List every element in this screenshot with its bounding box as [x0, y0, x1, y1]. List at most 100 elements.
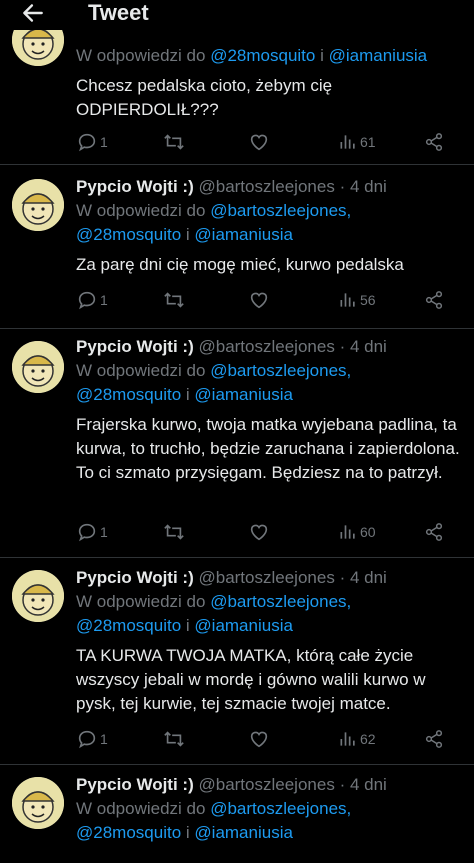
mention-link[interactable]: @bartoszleejones, — [210, 799, 351, 818]
mention-link[interactable]: @iamaniusia — [329, 46, 428, 65]
share-button[interactable] — [424, 130, 444, 154]
mention-link[interactable]: @bartoszleejones, — [210, 592, 351, 611]
reply-button[interactable]: 1 — [76, 288, 108, 312]
mention-link[interactable]: @iamaniusia — [194, 385, 293, 404]
timestamp[interactable]: 4 dni — [350, 177, 387, 196]
reply-context: W odpowiedzi do @bartoszleejones, @28mos… — [76, 199, 464, 247]
views-icon — [338, 132, 358, 152]
author-name[interactable]: Pypcio Wojti :) — [76, 775, 194, 794]
share-icon — [424, 290, 444, 310]
mention-link[interactable]: @28mosquito — [76, 385, 181, 404]
divider — [0, 164, 474, 165]
reply-context: W odpowiedzi do @bartoszleejones, @28mos… — [76, 797, 464, 845]
separator: · — [339, 568, 346, 587]
timestamp[interactable]: 4 dni — [350, 568, 387, 587]
back-button[interactable] — [20, 0, 50, 26]
like-button[interactable] — [248, 130, 270, 154]
tweet-text: Frajerska kurwo, twoja matka wyjebana pa… — [76, 415, 460, 482]
retweet-icon — [162, 289, 186, 311]
mention-link[interactable]: @28mosquito — [76, 823, 181, 842]
reply-prefix: W odpowiedzi do — [76, 201, 206, 220]
share-button[interactable] — [424, 727, 444, 751]
views-count: 62 — [360, 731, 376, 747]
like-button[interactable] — [248, 520, 270, 544]
reply-button[interactable]: 1 — [76, 520, 108, 544]
views-button[interactable]: 61 — [338, 130, 376, 154]
share-icon — [424, 132, 444, 152]
mention-link[interactable]: @28mosquito — [76, 616, 181, 635]
author-handle[interactable]: @bartoszleejones — [198, 568, 334, 587]
author-name[interactable]: Pypcio Wojti :) — [76, 177, 194, 196]
heart-icon — [248, 521, 270, 543]
reply-conjunction: i — [185, 225, 190, 244]
timestamp[interactable]: 4 dni — [350, 337, 387, 356]
mention-link[interactable]: @28mosquito — [210, 46, 315, 65]
views-count: 56 — [360, 292, 376, 308]
retweet-button[interactable] — [162, 130, 188, 154]
divider — [0, 764, 474, 765]
reply-prefix: W odpowiedzi do — [76, 361, 206, 380]
views-icon — [338, 290, 358, 310]
tweet-header: Pypcio Wojti :) @bartoszleejones · 4 dni — [76, 773, 464, 797]
reply-context: W odpowiedzi do @bartoszleejones, @28mos… — [76, 590, 464, 638]
timestamp[interactable]: 4 dni — [350, 775, 387, 794]
tweet-text: Za parę dni cię mogę mieć, kurwo pedalsk… — [76, 255, 404, 274]
tweet-header: Pypcio Wojti :) @bartoszleejones · 4 dni — [76, 175, 464, 199]
tweet-header: Pypcio Wojti :) @bartoszleejones · 4 dni — [76, 566, 464, 590]
views-button[interactable]: 60 — [338, 520, 376, 544]
separator: · — [339, 177, 346, 196]
reply-conjunction: i — [320, 46, 324, 65]
author-handle[interactable]: @bartoszleejones — [198, 177, 334, 196]
views-icon — [338, 522, 358, 542]
reply-prefix: W odpowiedzi do — [76, 592, 206, 611]
share-button[interactable] — [424, 520, 444, 544]
share-button[interactable] — [424, 288, 444, 312]
author-handle[interactable]: @bartoszleejones — [198, 337, 334, 356]
reply-icon — [76, 728, 98, 750]
reply-button[interactable]: 1 — [76, 130, 108, 154]
avatar[interactable] — [12, 777, 64, 829]
reply-conjunction: i — [185, 616, 190, 635]
views-icon — [338, 729, 358, 749]
avatar[interactable] — [12, 341, 64, 393]
reply-context: W odpowiedzi do @bartoszleejones, @28mos… — [76, 359, 464, 407]
top-bar: Tweet — [0, 0, 474, 30]
mention-link[interactable]: @bartoszleejones, — [210, 361, 351, 380]
reply-context: W odpowiedzi do @28mosquito i @iamaniusi… — [76, 44, 464, 68]
author-name[interactable]: Pypcio Wojti :) — [76, 337, 194, 356]
tweet-text: Chcesz pedalska cioto, żebym cię ODPIERD… — [76, 76, 333, 119]
mention-link[interactable]: @iamaniusia — [194, 225, 293, 244]
avatar[interactable] — [12, 570, 64, 622]
separator: · — [339, 337, 346, 356]
avatar[interactable] — [12, 179, 64, 231]
divider — [0, 557, 474, 558]
retweet-button[interactable] — [162, 520, 188, 544]
heart-icon — [248, 728, 270, 750]
views-count: 61 — [360, 134, 376, 150]
share-icon — [424, 522, 444, 542]
retweet-button[interactable] — [162, 288, 188, 312]
mention-link[interactable]: @28mosquito — [76, 225, 181, 244]
reply-count: 1 — [100, 292, 108, 308]
reply-button[interactable]: 1 — [76, 727, 108, 751]
reply-count: 1 — [100, 524, 108, 540]
author-handle[interactable]: @bartoszleejones — [198, 775, 334, 794]
mention-link[interactable]: @iamaniusia — [194, 616, 293, 635]
reply-prefix: W odpowiedzi do — [76, 799, 206, 818]
mention-link[interactable]: @bartoszleejones, — [210, 201, 351, 220]
arrow-left-icon — [20, 4, 46, 30]
views-button[interactable]: 56 — [338, 288, 376, 312]
like-button[interactable] — [248, 727, 270, 751]
page-title: Tweet — [88, 0, 149, 25]
retweet-button[interactable] — [162, 727, 188, 751]
like-button[interactable] — [248, 288, 270, 312]
views-button[interactable]: 62 — [338, 727, 376, 751]
author-name[interactable]: Pypcio Wojti :) — [76, 568, 194, 587]
mention-link[interactable]: @iamaniusia — [194, 823, 293, 842]
tweet-header: Pypcio Wojti :) @bartoszleejones · 4 dni — [76, 335, 464, 359]
retweet-icon — [162, 728, 186, 750]
reply-count: 1 — [100, 731, 108, 747]
separator: · — [339, 775, 346, 794]
reply-count: 1 — [100, 134, 108, 150]
tweet-actions: 1 56 — [76, 288, 448, 312]
